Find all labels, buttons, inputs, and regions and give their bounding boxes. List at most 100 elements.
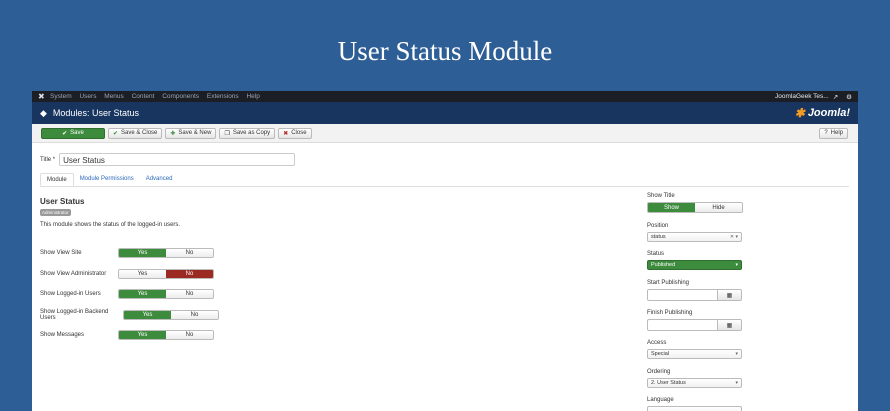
start-publishing-picker: ▦ [647,289,742,301]
menu-help[interactable]: Help [246,93,259,100]
menu-system[interactable]: System [50,93,72,100]
plus-icon: ✚ [170,130,176,137]
cube-icon: ◆ [40,107,47,118]
show-title-label: Show Title [647,193,675,199]
start-publishing-label: Start Publishing [647,280,690,286]
menu-users[interactable]: Users [79,93,96,100]
module-name: User Status [40,197,85,206]
calendar-icon[interactable]: ▦ [718,319,742,331]
option-show-logged-in-backend-users: Show Logged-in Backend Users Yes No [40,309,219,321]
page-header: ◆ Modules: User Status ✱ Joomla! [32,102,858,124]
option-label: Show View Administrator [40,271,107,277]
chevron-down-icon: ▾ [735,262,738,268]
option-show-messages: Show Messages Yes No [40,330,214,340]
no-button[interactable]: No [166,270,213,278]
position-select[interactable]: status ✕ ▾ [647,232,742,242]
no-button[interactable]: No [166,331,213,339]
finish-publishing-field: Finish Publishing ▦ [647,310,742,331]
option-show-view-site: Show View Site Yes No [40,248,214,258]
access-label: Access [647,340,667,346]
yes-no-toggle[interactable]: Yes No [118,330,214,340]
tab-advanced[interactable]: Advanced [140,173,179,186]
show-title-field: Show Title Show Hide [647,193,743,213]
yes-no-toggle[interactable]: Yes No [118,248,214,258]
top-menu: System Users Menus Content Components Ex… [50,93,266,100]
copy-icon: ❐ [224,130,230,137]
gear-icon[interactable]: ⚙ [846,93,852,101]
joomla-logo: ✱ Joomla! [795,106,850,120]
position-label: Position [647,223,669,229]
position-field: Position status ✕ ▾ [647,223,742,242]
language-select[interactable] [647,406,742,411]
joomla-icon[interactable]: ✖ [38,92,50,101]
finish-publishing-label: Finish Publishing [647,310,693,316]
yes-no-toggle[interactable]: Yes No [118,289,214,299]
ordering-label: Ordering [647,369,671,375]
save-close-button[interactable]: ✔ Save & Close [108,127,163,139]
joomla-logo-text: Joomla! [807,107,850,119]
option-show-logged-in-users: Show Logged-in Users Yes No [40,289,214,299]
external-link-icon[interactable]: ↗ [833,93,838,101]
menu-extensions[interactable]: Extensions [207,93,239,100]
ordering-field: Ordering 2. User Status ▾ [647,369,742,388]
start-publishing-input[interactable] [647,289,718,301]
ordering-select[interactable]: 2. User Status ▾ [647,378,742,388]
tab-module-permissions[interactable]: Module Permissions [74,173,140,186]
save-new-label: Save & New [178,130,212,136]
close-button[interactable]: ✖ Close [278,127,312,139]
menu-content[interactable]: Content [132,93,155,100]
client-badge: Administrator [40,209,71,216]
menu-menus[interactable]: Menus [104,93,124,100]
chevron-down-icon: ▾ [735,351,738,357]
help-button[interactable]: ? Help [819,127,848,139]
site-name-link[interactable]: JoomlaGeek Tes... [775,93,829,100]
module-description: This module shows the status of the logg… [40,222,181,228]
show-button[interactable]: Show [648,203,695,212]
save-new-button[interactable]: ✚ Save & New [165,127,217,139]
check-icon: ✔ [113,130,119,137]
no-button[interactable]: No [166,249,213,257]
title-input[interactable]: User Status [59,153,296,166]
yes-no-toggle[interactable]: Yes No [118,269,214,279]
save-close-label: Save & Close [121,130,158,136]
menu-components[interactable]: Components [162,93,199,100]
option-show-view-administrator: Show View Administrator Yes No [40,269,214,279]
page-title: Modules: User Status [52,108,139,118]
yes-button[interactable]: Yes [119,270,166,278]
show-hide-toggle[interactable]: Show Hide [647,202,743,213]
clear-and-chevron-icon[interactable]: ✕ ▾ [730,234,738,240]
no-button[interactable]: No [171,311,218,319]
banner-title: User Status Module [337,36,553,66]
tab-module[interactable]: Module [40,173,74,186]
access-value: Special [651,351,670,357]
yes-button[interactable]: Yes [119,331,166,339]
yes-button[interactable]: Yes [119,249,166,257]
save-button[interactable]: ✔ Save [41,127,105,139]
yes-button[interactable]: Yes [119,290,166,298]
yes-button[interactable]: Yes [124,311,171,319]
save-copy-button[interactable]: ❐ Save as Copy [219,127,276,139]
toolbar: ✔ Save ✔ Save & Close ✚ Save & New ❐ Sav… [32,124,858,143]
help-label: Help [830,130,843,136]
status-select[interactable]: Published ▾ [647,260,742,270]
yes-no-toggle[interactable]: Yes No [123,310,219,320]
status-label: Status [647,251,665,257]
access-select[interactable]: Special ▾ [647,349,742,359]
finish-publishing-picker: ▦ [647,319,742,331]
title-row: Title * User Status [40,153,296,166]
language-field: Language [647,397,742,411]
calendar-icon[interactable]: ▦ [718,289,742,301]
option-label: Show Logged-in Users [40,291,101,297]
hide-button[interactable]: Hide [695,203,742,212]
save-label: Save [70,130,84,136]
close-icon: ✖ [283,130,289,137]
status-value: Published [651,262,676,268]
access-field: Access Special ▾ [647,340,742,359]
option-label: Show View Site [40,250,82,256]
site-link-area: JoomlaGeek Tes... ↗ ⚙ [771,93,852,101]
finish-publishing-input[interactable] [647,319,718,331]
joomla-logo-icon: ✱ [794,106,805,120]
title-label: Title * [40,156,56,163]
no-button[interactable]: No [166,290,213,298]
chevron-down-icon: ▾ [735,380,738,386]
